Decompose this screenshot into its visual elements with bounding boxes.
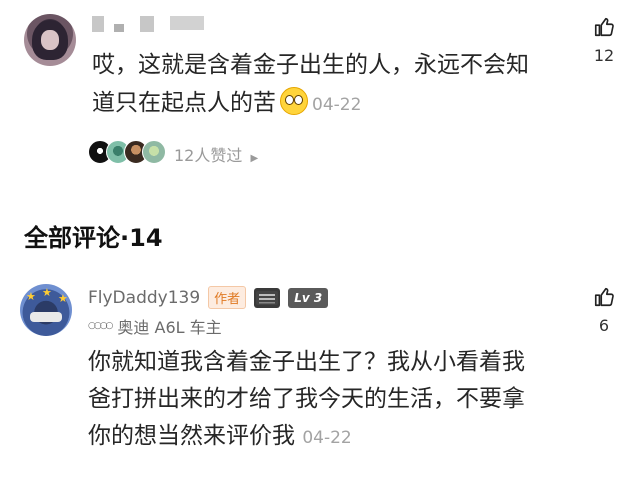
chevron-right-icon: ▶ [250, 153, 259, 164]
like-count: 12 [593, 46, 615, 65]
reply-date: 04-22 [302, 428, 352, 448]
smile-emoji-icon [280, 87, 308, 115]
comment-text: 哎，这就是含着金子出生的人，永远不会知 道只在起点人的苦 04-22 [92, 46, 529, 124]
reply-text: 你就知道我含着金子出生了？我从小看着我 爸打拼出来的才给了我今天的生活，不要拿 … [88, 344, 525, 457]
comment-line-2: 道只在起点人的苦 04-22 [92, 84, 529, 124]
avatar-face [41, 30, 59, 50]
level-badge: Lv 3 [288, 287, 329, 308]
author-info-row: FlyDaddy139 作者 Lv 3 [88, 286, 329, 309]
medal-icon [254, 287, 281, 308]
star-decoration: ★ [26, 290, 36, 303]
car-owner-row: ○○○○ 奥迪 A6L 车主 [88, 314, 222, 338]
comment-line-2-text: 道只在起点人的苦 [92, 90, 276, 116]
reply-line-2: 爸打拼出来的才给了我今天的生活，不要拿 [88, 386, 525, 412]
section-title: 全部评论·14 [24, 224, 163, 252]
author-badge: 作者 [208, 286, 247, 309]
car-decoration [30, 312, 62, 322]
comment-line-1: 哎，这就是含着金子出生的人，永远不会知 [92, 52, 529, 78]
reply-line-3-text: 你的想当然来评价我 [88, 423, 295, 449]
reply-like-button[interactable]: 6 [589, 286, 619, 335]
car-owner-label: 奥迪 A6L 车主 [117, 318, 222, 337]
reply-line-1: 你就知道我含着金子出生了？我从小看着我 [88, 349, 525, 375]
star-decoration: ★ [42, 286, 52, 299]
star-decoration: ★ [58, 292, 68, 305]
commenter-avatar[interactable] [24, 14, 76, 66]
thumbs-up-icon [594, 17, 614, 37]
audi-logo-icon: ○○○○ [88, 321, 113, 331]
thumbs-up-icon [594, 287, 614, 307]
author-avatar[interactable]: ★ ★ ★ [20, 284, 72, 336]
reply-line-3: 你的想当然来评价我 04-22 [88, 418, 525, 457]
likers-count-link[interactable]: 12人赞过 ▶ [174, 142, 258, 166]
like-button[interactable]: 12 [589, 16, 619, 65]
author-username[interactable]: FlyDaddy139 [88, 288, 200, 308]
likers-count-text: 12人赞过 [174, 146, 243, 165]
comment-date: 04-22 [312, 95, 362, 115]
reply-like-count: 6 [598, 316, 610, 335]
liker-avatar [142, 140, 166, 164]
